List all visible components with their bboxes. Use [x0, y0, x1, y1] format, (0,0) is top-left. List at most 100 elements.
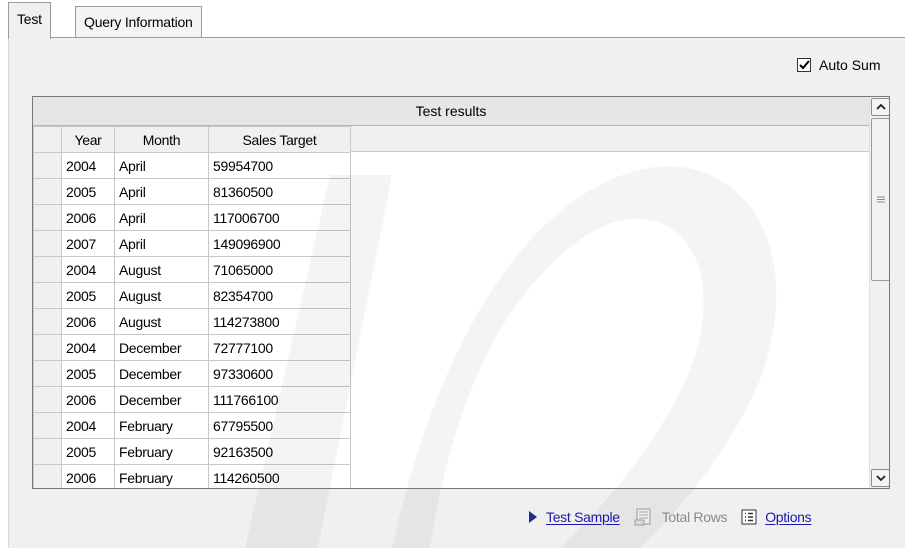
cell-year: 2004	[61, 152, 115, 179]
row-selector[interactable]	[33, 256, 62, 283]
row-selector[interactable]	[33, 386, 62, 413]
cell-sales-target: 81360500	[208, 178, 351, 205]
table-row[interactable]: 2005 April 81360500	[33, 178, 351, 205]
row-selector-header[interactable]	[33, 126, 62, 153]
table-row[interactable]: 2006 August 114273800	[33, 308, 351, 335]
cell-sales-target: 67795500	[208, 412, 351, 439]
options-label[interactable]: Options	[765, 509, 811, 525]
cell-month: April	[114, 204, 209, 231]
row-selector[interactable]	[33, 308, 62, 335]
action-bar: Test Sample Total Rows Options	[528, 508, 825, 526]
cell-year: 2006	[61, 204, 115, 231]
table-row[interactable]: 2004 February 67795500	[33, 412, 351, 439]
row-selector[interactable]	[33, 412, 62, 439]
cell-year: 2004	[61, 256, 115, 283]
test-results-grid: Test results Year Month Sales Target 200…	[32, 96, 890, 489]
cell-sales-target: 117006700	[208, 204, 351, 231]
cell-sales-target: 149096900	[208, 230, 351, 257]
cell-year: 2006	[61, 464, 115, 488]
row-selector[interactable]	[33, 230, 62, 257]
cell-year: 2004	[61, 334, 115, 361]
scroll-down-button[interactable]	[871, 469, 889, 487]
scroll-down-icon	[875, 475, 886, 481]
table-row[interactable]: 2004 April 59954700	[33, 152, 351, 179]
table-row[interactable]: 2006 February 114260500	[33, 464, 351, 488]
tab-query-information-label: Query Information	[84, 14, 193, 30]
cell-month: December	[114, 386, 209, 413]
cell-year: 2005	[61, 282, 115, 309]
cell-year: 2004	[61, 412, 115, 439]
cell-year: 2005	[61, 178, 115, 205]
cell-sales-target: 97330600	[208, 360, 351, 387]
cell-sales-target: 114273800	[208, 308, 351, 335]
cell-year: 2007	[61, 230, 115, 257]
cell-year: 2006	[61, 386, 115, 413]
column-header-sales-target[interactable]: Sales Target	[208, 126, 351, 153]
total-rows-label: Total Rows	[661, 509, 728, 525]
results-body: 2004 April 59954700 2005 April 81360500 2006 Ap…	[33, 152, 351, 488]
tab-test-label: Test	[17, 11, 42, 27]
cell-year: 2005	[61, 360, 115, 387]
cell-sales-target: 111766100	[208, 386, 351, 413]
cell-month: December	[114, 334, 209, 361]
auto-sum-label: Auto Sum	[819, 57, 881, 73]
cell-month: February	[114, 438, 209, 465]
table-row[interactable]: 2007 April 149096900	[33, 230, 351, 257]
cell-month: August	[114, 256, 209, 283]
tab-strip: Test Query Information	[0, 0, 905, 39]
auto-sum-checkbox[interactable]: Auto Sum	[797, 57, 880, 73]
checkmark-icon	[798, 60, 810, 70]
tab-test[interactable]: Test	[8, 2, 51, 39]
auto-sum-check-box[interactable]	[797, 58, 811, 72]
table-row[interactable]: 2004 August 71065000	[33, 256, 351, 283]
cell-month: April	[114, 230, 209, 257]
row-selector[interactable]	[33, 438, 62, 465]
table-row[interactable]: 2005 February 92163500	[33, 438, 351, 465]
test-sample-button[interactable]: Test Sample	[528, 509, 620, 525]
cell-sales-target: 59954700	[208, 152, 351, 179]
grid-caption: Test results	[33, 97, 869, 126]
table-row[interactable]: 2005 August 82354700	[33, 282, 351, 309]
table-row[interactable]: 2004 December 72777100	[33, 334, 351, 361]
test-sample-label[interactable]: Test Sample	[546, 509, 620, 525]
cell-month: August	[114, 282, 209, 309]
options-button[interactable]: Options	[741, 509, 812, 525]
row-selector[interactable]	[33, 360, 62, 387]
cell-sales-target: 114260500	[208, 464, 351, 488]
table-row[interactable]: 2005 December 97330600	[33, 360, 351, 387]
results-table: Year Month Sales Target 2004 April 5995470…	[33, 126, 351, 488]
cell-month: April	[114, 178, 209, 205]
row-selector[interactable]	[33, 334, 62, 361]
row-selector[interactable]	[33, 204, 62, 231]
row-selector[interactable]	[33, 282, 62, 309]
vertical-scrollbar[interactable]	[869, 97, 889, 488]
scroll-thumb[interactable]	[871, 118, 889, 281]
table-row[interactable]: 2006 April 117006700	[33, 204, 351, 231]
total-rows-icon	[634, 508, 651, 526]
cell-sales-target: 71065000	[208, 256, 351, 283]
cell-month: August	[114, 308, 209, 335]
row-selector[interactable]	[33, 178, 62, 205]
cell-month: December	[114, 360, 209, 387]
cell-month: February	[114, 412, 209, 439]
total-rows-button[interactable]: Total Rows	[634, 508, 728, 526]
table-row[interactable]: 2006 December 111766100	[33, 386, 351, 413]
scroll-up-icon	[875, 104, 886, 110]
cell-year: 2006	[61, 308, 115, 335]
column-header-year[interactable]: Year	[61, 126, 115, 153]
results-table-area: Year Month Sales Target 2004 April 5995470…	[33, 126, 869, 488]
row-selector[interactable]	[33, 464, 62, 488]
cell-year: 2005	[61, 438, 115, 465]
cell-month: April	[114, 152, 209, 179]
tab-query-information[interactable]: Query Information	[75, 6, 202, 38]
cell-sales-target: 92163500	[208, 438, 351, 465]
cell-month: February	[114, 464, 209, 488]
play-icon	[529, 511, 537, 523]
cell-sales-target: 82354700	[208, 282, 351, 309]
column-header-month[interactable]: Month	[114, 126, 209, 153]
cell-sales-target: 72777100	[208, 334, 351, 361]
row-selector[interactable]	[33, 152, 62, 179]
scroll-grip-icon	[876, 196, 885, 203]
options-list-icon	[741, 509, 757, 525]
scroll-up-button[interactable]	[871, 98, 889, 116]
